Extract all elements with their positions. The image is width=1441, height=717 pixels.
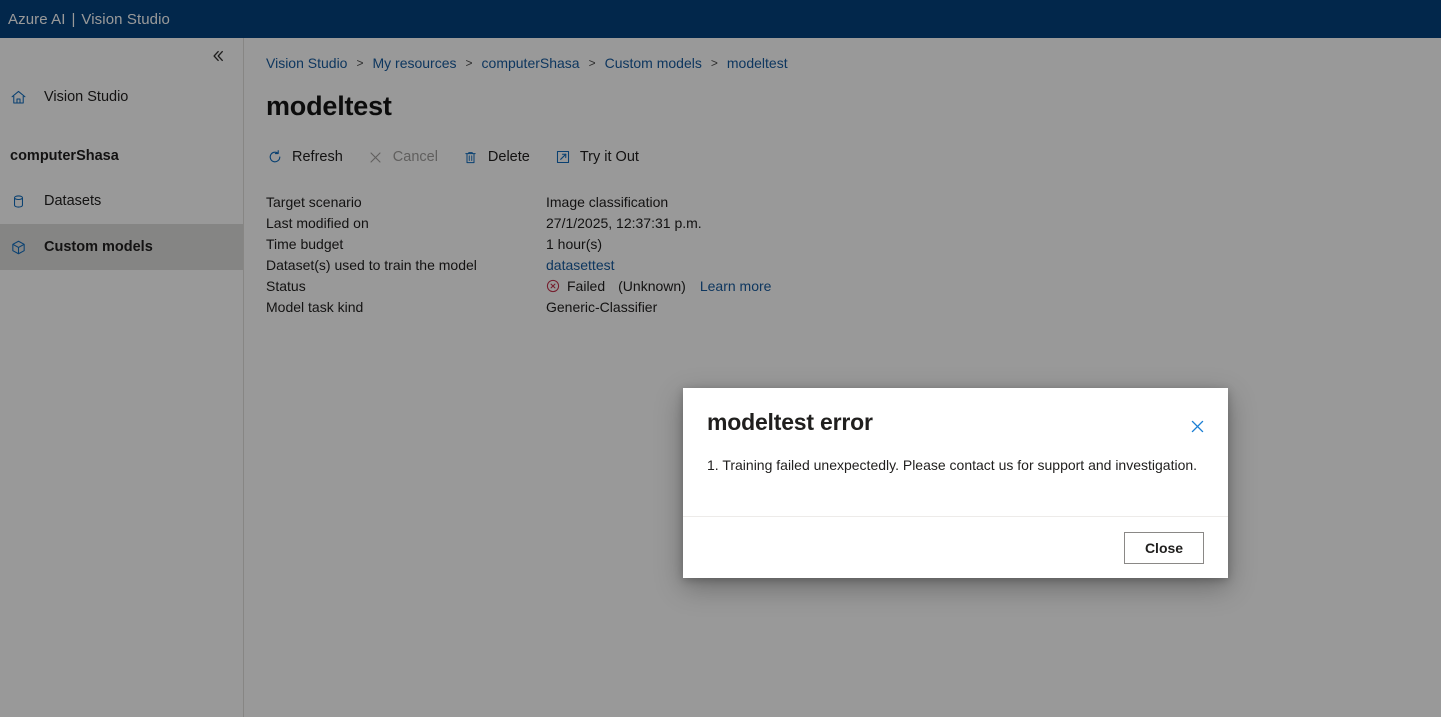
error-dialog: modeltest error 1. Training failed unexp… [683,388,1228,578]
dialog-title-row: modeltest error [707,410,1204,439]
dialog-message: 1. Training failed unexpectedly. Please … [707,457,1198,473]
dialog-footer: Close [683,516,1228,578]
close-button[interactable]: Close [1124,531,1204,564]
dialog-body: modeltest error 1. Training failed unexp… [683,388,1228,516]
app-root: Azure AI | Vision Studio Vision Studio c… [0,0,1441,717]
close-x-icon[interactable] [1184,413,1210,439]
modal-overlay[interactable] [0,0,1441,717]
dialog-title: modeltest error [707,409,873,435]
